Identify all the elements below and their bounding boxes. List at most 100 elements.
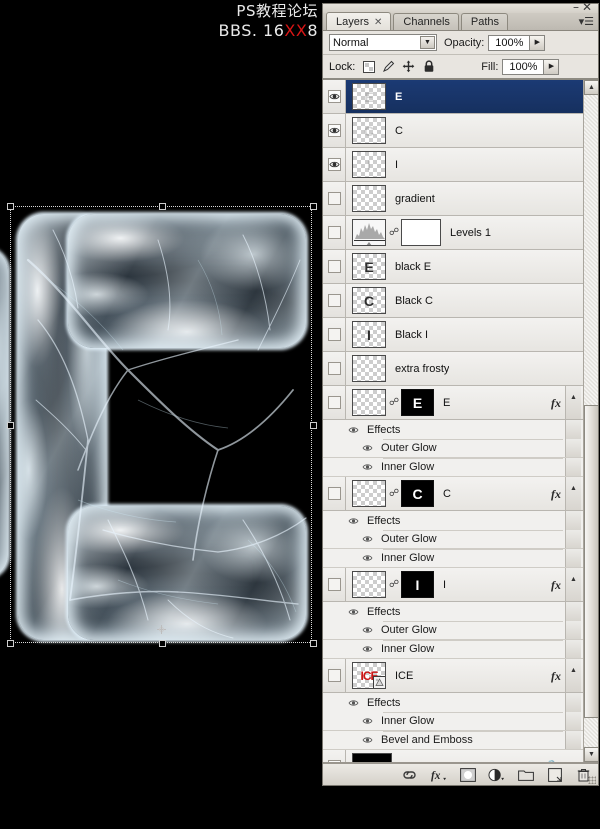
effect-visibility-icon[interactable] [361, 626, 374, 634]
layer-row[interactable]: ☍ I Ifx ▲ [323, 568, 583, 602]
lock-all-icon[interactable] [421, 59, 436, 74]
chevron-down-icon[interactable]: ▼ [420, 36, 435, 49]
layer-row[interactable]: Background 🔒 [323, 750, 583, 762]
layer-thumbnail[interactable]: C [352, 117, 386, 144]
layer-thumbnail-ice[interactable]: ICE [352, 662, 386, 689]
tab-channels[interactable]: Channels [393, 13, 459, 30]
eye-off-icon[interactable] [327, 487, 341, 500]
layer-effects-fx-icon[interactable]: fx [551, 669, 561, 684]
tab-paths[interactable]: Paths [460, 13, 509, 30]
layer-row[interactable]: I Black I [323, 318, 583, 352]
layer-row[interactable]: ☍ C Cfx ▲ [323, 477, 583, 511]
collapse-effects-icon[interactable]: ▲ [565, 477, 581, 510]
fill-slider-arrow-icon[interactable]: ▶ [544, 58, 560, 75]
effect-visibility-icon[interactable] [361, 554, 374, 562]
eye-icon[interactable] [327, 158, 341, 171]
layer-thumbnail[interactable]: E [352, 83, 386, 110]
ice-letter-e[interactable] [8, 200, 318, 655]
new-layer-icon[interactable] [546, 767, 563, 783]
effect-row[interactable]: Outer Glow [323, 530, 583, 549]
tab-layers[interactable]: Layers ✕ [326, 12, 392, 30]
layer-visibility-toggle[interactable] [323, 318, 346, 351]
eye-off-icon[interactable] [327, 294, 341, 307]
eye-icon[interactable] [327, 124, 341, 137]
layer-thumbnail[interactable]: I [352, 151, 386, 178]
layer-thumbnail[interactable] [352, 185, 386, 212]
panel-menu-icon[interactable]: ▾☰ [574, 15, 594, 29]
add-layer-mask-icon[interactable] [459, 767, 476, 783]
collapse-effects-icon[interactable]: ▲ [565, 568, 581, 601]
effects-group-row[interactable]: Effects [323, 602, 583, 621]
layer-name[interactable]: C [443, 488, 451, 500]
effect-visibility-icon[interactable] [361, 736, 374, 744]
layer-visibility-toggle[interactable] [323, 750, 346, 762]
layer-row[interactable]: Eblack E [323, 250, 583, 284]
layer-visibility-toggle[interactable] [323, 216, 346, 249]
effects-group-row[interactable]: Effects [323, 511, 583, 530]
effect-visibility-icon[interactable] [361, 535, 374, 543]
layer-effects-fx-icon[interactable]: fx [551, 487, 561, 502]
layer-name[interactable]: ICE [395, 670, 413, 682]
layer-mask-thumbnail[interactable]: I [401, 571, 434, 598]
document-canvas[interactable]: PS教程论坛 BBS. 16XX8 [0, 0, 322, 829]
layer-thumbnail[interactable]: E [352, 253, 386, 280]
layer-effects-fx-icon[interactable]: fx [551, 396, 561, 411]
layer-name[interactable]: Black C [395, 295, 433, 307]
scrollbar-track[interactable] [584, 95, 598, 747]
minimize-icon[interactable]: – [573, 0, 582, 14]
layer-thumbnail[interactable] [352, 480, 386, 507]
layer-name[interactable]: I [395, 159, 398, 171]
effects-visibility-icon[interactable] [347, 426, 360, 434]
new-adjustment-layer-icon[interactable] [488, 767, 505, 783]
layer-visibility-toggle[interactable] [323, 568, 346, 601]
effect-visibility-icon[interactable] [361, 717, 374, 725]
layer-row[interactable]: CC [323, 114, 583, 148]
layer-visibility-toggle[interactable] [323, 284, 346, 317]
fill-input[interactable]: 100% [502, 58, 545, 75]
tab-close-icon[interactable]: ✕ [374, 17, 382, 28]
lock-image-pixels-icon[interactable] [381, 59, 396, 74]
opacity-slider-arrow-icon[interactable]: ▶ [530, 34, 546, 51]
effect-row[interactable]: Inner Glow [323, 712, 583, 731]
layer-row[interactable]: ICE ICE fx ▲ [323, 659, 583, 693]
layer-row[interactable]: C Black C [323, 284, 583, 318]
link-mask-icon[interactable]: ☍ [389, 397, 399, 408]
transform-reference-point[interactable] [157, 625, 166, 634]
effect-row[interactable]: Inner Glow [323, 640, 583, 659]
layer-name[interactable]: E [443, 397, 450, 409]
layer-name[interactable]: black E [395, 261, 431, 273]
layer-name[interactable]: gradient [395, 193, 435, 205]
layer-row[interactable]: EE [323, 80, 583, 114]
layer-name[interactable]: C [395, 125, 403, 137]
layers-scrollbar[interactable]: ▲ ▼ [583, 80, 598, 762]
layer-visibility-toggle[interactable] [323, 386, 346, 419]
layer-visibility-toggle[interactable] [323, 80, 346, 113]
layer-visibility-toggle[interactable] [323, 148, 346, 181]
effects-visibility-icon[interactable] [347, 608, 360, 616]
layer-visibility-toggle[interactable] [323, 250, 346, 283]
new-group-icon[interactable] [517, 767, 534, 783]
layer-name[interactable]: Background [401, 761, 460, 763]
layer-row[interactable]: ☍ Levels 1 [323, 216, 583, 250]
layer-effects-fx-icon[interactable]: fx [551, 578, 561, 593]
link-mask-icon[interactable]: ☍ [389, 227, 399, 238]
eye-off-icon[interactable] [327, 328, 341, 341]
link-layers-icon[interactable] [401, 767, 418, 783]
link-mask-icon[interactable]: ☍ [389, 579, 399, 590]
collapse-effects-icon[interactable]: ▲ [565, 386, 581, 419]
layer-thumbnail[interactable]: C [352, 287, 386, 314]
layer-name[interactable]: Levels 1 [450, 227, 491, 239]
layer-list[interactable]: E E C C I Igradient ☍ Levels 1 Eblack E C Black CI… [323, 80, 583, 762]
layer-thumbnail[interactable] [352, 571, 386, 598]
scroll-down-button[interactable]: ▼ [584, 747, 598, 762]
effect-visibility-icon[interactable] [361, 463, 374, 471]
lock-position-icon[interactable] [401, 59, 416, 74]
effect-row[interactable]: Outer Glow [323, 439, 583, 458]
effects-group-row[interactable]: Effects [323, 420, 583, 439]
layer-row[interactable]: extra frosty [323, 352, 583, 386]
eye-off-icon[interactable] [327, 669, 341, 682]
eye-off-icon[interactable] [327, 578, 341, 591]
layer-mask-thumbnail[interactable]: C [401, 480, 434, 507]
effect-row[interactable]: Inner Glow [323, 458, 583, 477]
blend-mode-select[interactable]: Normal ▼ [329, 34, 437, 51]
